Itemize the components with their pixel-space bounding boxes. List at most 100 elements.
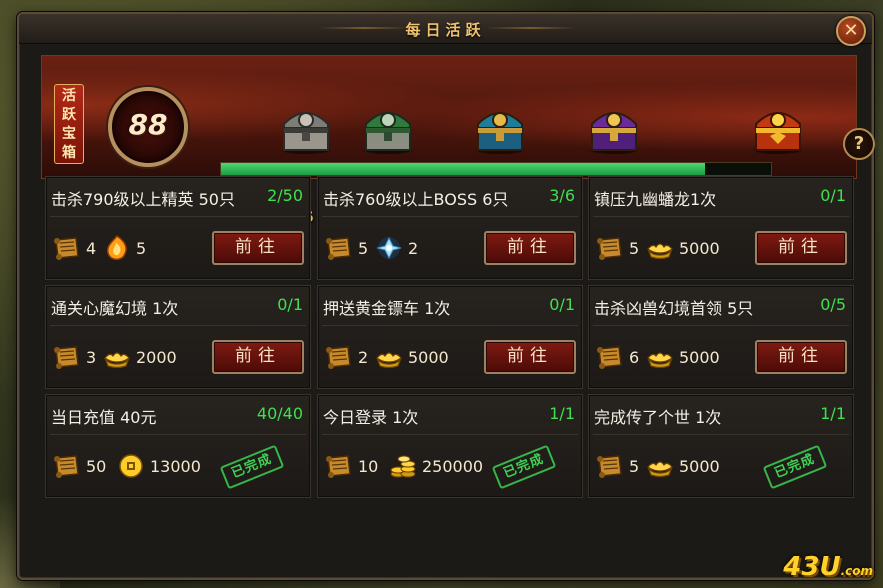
scroll-icon (324, 344, 354, 370)
gold-ingot-icon (374, 344, 404, 370)
card-divider (50, 216, 306, 217)
reward-item: 5000 (374, 344, 455, 370)
score-value: 88 (128, 108, 168, 141)
scroll-icon (52, 344, 82, 370)
activity-progress-bar (220, 162, 772, 176)
reward-count: 50 (86, 456, 107, 476)
reward-item: 250000 (388, 453, 489, 479)
task-card: 击杀凶兽幻境首领 5只 0/5 6 5000 前往 (588, 285, 854, 389)
reward-item: 6 (595, 344, 645, 370)
reward-item: 5000 (645, 344, 726, 370)
activity-chest-tag: 活 跃 宝 箱 (54, 84, 84, 164)
task-title: 当日充值 40元 (51, 408, 157, 427)
card-divider (322, 325, 578, 326)
reward-item: 5 (102, 235, 152, 261)
go-button[interactable]: 前往 (484, 231, 576, 265)
reward-count: 2 (358, 347, 369, 367)
scroll-icon (52, 235, 82, 261)
task-title: 完成传了个世 1次 (594, 408, 722, 427)
card-divider (593, 434, 849, 435)
reward-count: 3 (86, 347, 97, 367)
completed-stamp: 已完成 (762, 444, 828, 490)
help-button[interactable]: ? (843, 128, 875, 160)
coin-stack-icon (388, 453, 418, 479)
reward-count: 13000 (150, 456, 201, 476)
reward-item: 5000 (645, 235, 726, 261)
card-divider (593, 325, 849, 326)
reward-item: 2 (374, 235, 424, 261)
task-title: 击杀790级以上精英 50只 (51, 190, 235, 209)
go-button[interactable]: 前往 (755, 340, 847, 374)
card-divider (593, 216, 849, 217)
purple-chest-icon[interactable] (584, 100, 644, 156)
task-progress: 3/6 (549, 186, 575, 205)
gold-ingot-icon (645, 344, 675, 370)
gold-ingot-icon (645, 235, 675, 261)
task-card: 击杀760级以上BOSS 6只 3/6 5 2 前往 (317, 176, 583, 280)
site-watermark-logo: 43U.com (783, 552, 873, 582)
task-title: 今日登录 1次 (323, 408, 419, 427)
go-button[interactable]: 前往 (212, 231, 304, 265)
activity-progress-fill (221, 163, 705, 175)
scroll-icon (52, 453, 82, 479)
reward-count: 4 (86, 238, 97, 258)
task-title: 通关心魔幻境 1次 (51, 299, 179, 318)
task-title: 击杀760级以上BOSS 6只 (323, 190, 509, 209)
task-progress: 1/1 (820, 404, 846, 423)
card-divider (322, 216, 578, 217)
reward-count: 2000 (136, 347, 177, 367)
scroll-icon (595, 235, 625, 261)
watermark-suffix: .com (840, 564, 873, 578)
reward-item: 2000 (102, 344, 183, 370)
reward-item: 13000 (116, 453, 207, 479)
task-progress: 0/1 (277, 295, 303, 314)
tag-char: 跃 (62, 107, 76, 123)
reward-item: 5000 (645, 453, 726, 479)
go-button[interactable]: 前往 (212, 340, 304, 374)
task-progress: 2/50 (267, 186, 303, 205)
reward-count: 5 (629, 238, 640, 258)
task-progress: 1/1 (549, 404, 575, 423)
reward-count: 5000 (679, 347, 720, 367)
go-button[interactable]: 前往 (755, 231, 847, 265)
reward-count: 5 (629, 456, 640, 476)
reward-count: 5 (136, 238, 147, 258)
reward-item: 5 (595, 453, 645, 479)
window-title: 每日活跃 (405, 21, 486, 39)
golden-chest-icon[interactable] (748, 100, 808, 156)
title-bar: 每日活跃 (19, 14, 872, 44)
close-button[interactable]: ✕ (836, 16, 866, 46)
task-progress: 40/40 (256, 404, 303, 423)
gold-ingot-icon (645, 453, 675, 479)
daily-activity-window: 每日活跃 ✕ 活 跃 宝 箱 88 积分 15 (17, 12, 875, 580)
scroll-icon (324, 453, 354, 479)
score-ring: 88 (108, 87, 188, 167)
reward-count: 5000 (408, 347, 449, 367)
task-title: 押送黄金镖车 1次 (323, 299, 451, 318)
silver-chest-icon[interactable] (276, 100, 336, 156)
blue-chest-icon[interactable] (470, 100, 530, 156)
completed-stamp: 已完成 (491, 444, 557, 490)
task-progress: 0/1 (549, 295, 575, 314)
crystal-orb-icon (374, 235, 404, 261)
task-progress: 0/1 (820, 186, 846, 205)
reward-count: 6 (629, 347, 640, 367)
task-title: 击杀凶兽幻境首领 5只 (594, 299, 754, 318)
task-card: 镇压九幽蟠龙1次 0/1 5 5000 前往 (588, 176, 854, 280)
reward-count: 250000 (422, 456, 484, 476)
reward-item: 4 (52, 235, 102, 261)
reward-item: 5 (324, 235, 374, 261)
reward-item: 10 (324, 453, 384, 479)
reward-count: 5 (358, 238, 369, 258)
task-card: 押送黄金镖车 1次 0/1 2 5000 前往 (317, 285, 583, 389)
task-card: 今日登录 1次 1/1 10 250000 已完成 (317, 394, 583, 498)
watermark-text: 43U (783, 552, 841, 582)
reward-item: 2 (324, 344, 374, 370)
task-title: 镇压九幽蟠龙1次 (594, 190, 717, 209)
gold-ingot-icon (102, 344, 132, 370)
green-chest-icon[interactable] (358, 100, 418, 156)
gold-coin-icon (116, 453, 146, 479)
scroll-icon (595, 344, 625, 370)
title-ornament-right (486, 27, 576, 29)
go-button[interactable]: 前往 (484, 340, 576, 374)
